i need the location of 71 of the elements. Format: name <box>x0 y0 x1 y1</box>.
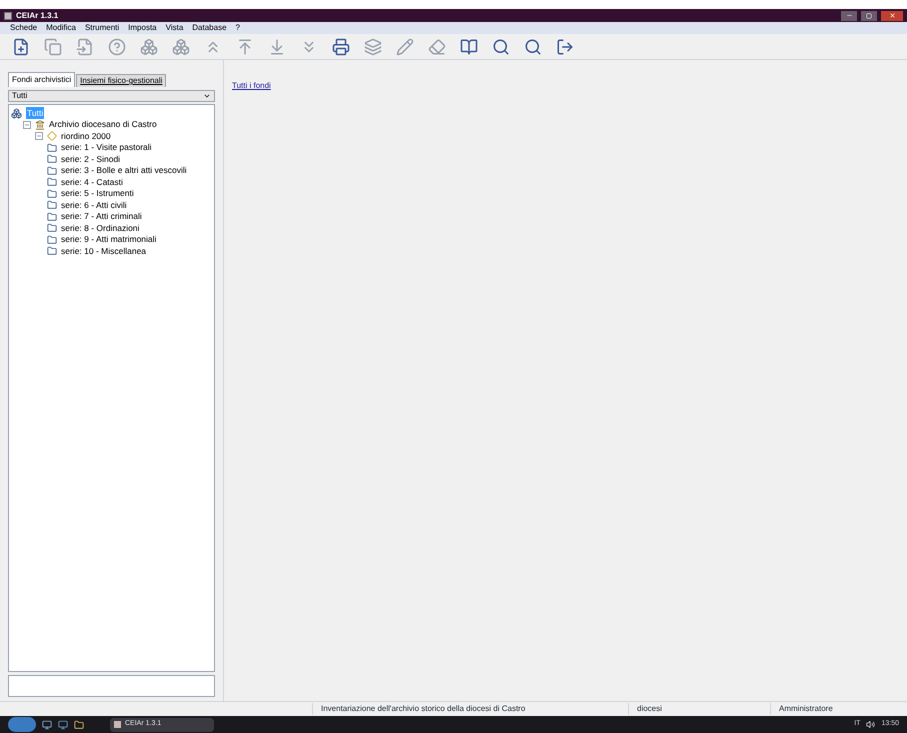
folder-icon <box>47 200 57 210</box>
minimize-button[interactable] <box>841 10 857 20</box>
tree-item[interactable]: serie: 4 - Catasti <box>61 176 123 189</box>
folder-icon <box>47 223 57 234</box>
menu-item[interactable]: Database <box>192 22 227 34</box>
start-button[interactable] <box>8 717 36 732</box>
new-document-icon <box>12 38 30 56</box>
printer-icon <box>332 38 350 56</box>
app-icon <box>4 12 12 20</box>
close-button[interactable] <box>881 10 903 20</box>
menu-item[interactable]: ? <box>236 22 240 34</box>
boxes-icon <box>140 38 158 56</box>
collapse-icon[interactable] <box>23 120 31 129</box>
filter-dropdown[interactable]: Tutti <box>8 90 215 102</box>
exit-icon <box>556 38 574 56</box>
pencil-icon <box>396 38 414 56</box>
down-line-icon <box>268 38 286 56</box>
desktop-icon[interactable] <box>42 720 52 730</box>
archive-icon <box>35 120 45 130</box>
tree-item[interactable]: serie: 1 - Visite pastorali <box>61 141 152 154</box>
maximize-button[interactable] <box>861 10 877 20</box>
tree-item[interactable]: serie: 8 - Ordinazioni <box>61 222 140 235</box>
tree-item[interactable]: serie: 10 - Miscellanea <box>61 244 146 258</box>
window-icon[interactable] <box>58 720 68 730</box>
minimize-icon <box>846 12 852 19</box>
status-text: Amministratore <box>770 703 907 715</box>
menu-item[interactable]: Strumenti <box>84 22 120 34</box>
diamond-icon <box>47 131 57 142</box>
folder-icon <box>47 246 57 256</box>
copy-icon <box>44 38 62 56</box>
tree-item[interactable]: serie: 7 - Atti criminali <box>61 210 142 224</box>
close-icon <box>888 12 896 19</box>
window-title: CEIAr 1.3.1 <box>16 10 58 22</box>
tree-item[interactable]: serie: 3 - Bolle e altri atti vescovili <box>61 164 187 178</box>
folder-icon <box>47 212 57 222</box>
tree-item[interactable]: Archivio diocesano di Castro <box>49 118 157 132</box>
up-line-icon <box>236 38 254 56</box>
tree-item[interactable]: serie: 5 - Istrumenti <box>61 187 134 200</box>
folder-icon <box>47 234 57 245</box>
tree-item[interactable]: serie: 2 - Sinodi <box>61 152 120 166</box>
menu-item[interactable]: Modifica <box>46 22 76 34</box>
layers-icon <box>364 38 382 56</box>
tree-item[interactable]: riordino 2000 <box>61 130 111 143</box>
menu-item[interactable]: Schede <box>10 22 38 34</box>
document-arrow-icon <box>76 38 94 56</box>
eraser-icon <box>428 38 446 56</box>
status-text: Inventariazione dell'archivio storico della diocesi di Castro <box>312 703 628 715</box>
tree-item[interactable]: serie: 6 - Atti civili <box>61 198 127 212</box>
status-text: diocesi <box>628 703 770 715</box>
breadcrumb-link[interactable]: Tutti i fondi <box>232 81 271 90</box>
folder-icon <box>47 177 57 188</box>
root-icon <box>11 108 22 118</box>
menu-item[interactable]: Vista <box>166 22 184 34</box>
input-field[interactable] <box>8 675 215 697</box>
folder-icon <box>47 188 57 199</box>
boxes-icon <box>172 38 190 56</box>
folder-icon <box>47 142 57 153</box>
menu-item[interactable]: Imposta <box>128 22 157 34</box>
tab[interactable]: Insiemi fisico-gestionali <box>76 74 166 87</box>
folder-icon <box>47 154 57 164</box>
tab[interactable]: Fondi archivistici <box>8 72 76 87</box>
folder-icon <box>47 166 57 176</box>
speaker-icon[interactable] <box>866 720 876 729</box>
collapse-icon[interactable] <box>35 132 43 140</box>
maximize-icon <box>866 12 872 18</box>
book-icon <box>460 38 478 56</box>
folder-icon[interactable] <box>74 720 84 730</box>
search-icon <box>492 38 510 56</box>
tree-item[interactable]: serie: 9 - Atti matrimoniali <box>61 233 156 246</box>
help-icon <box>108 38 126 56</box>
search-icon <box>524 38 542 56</box>
